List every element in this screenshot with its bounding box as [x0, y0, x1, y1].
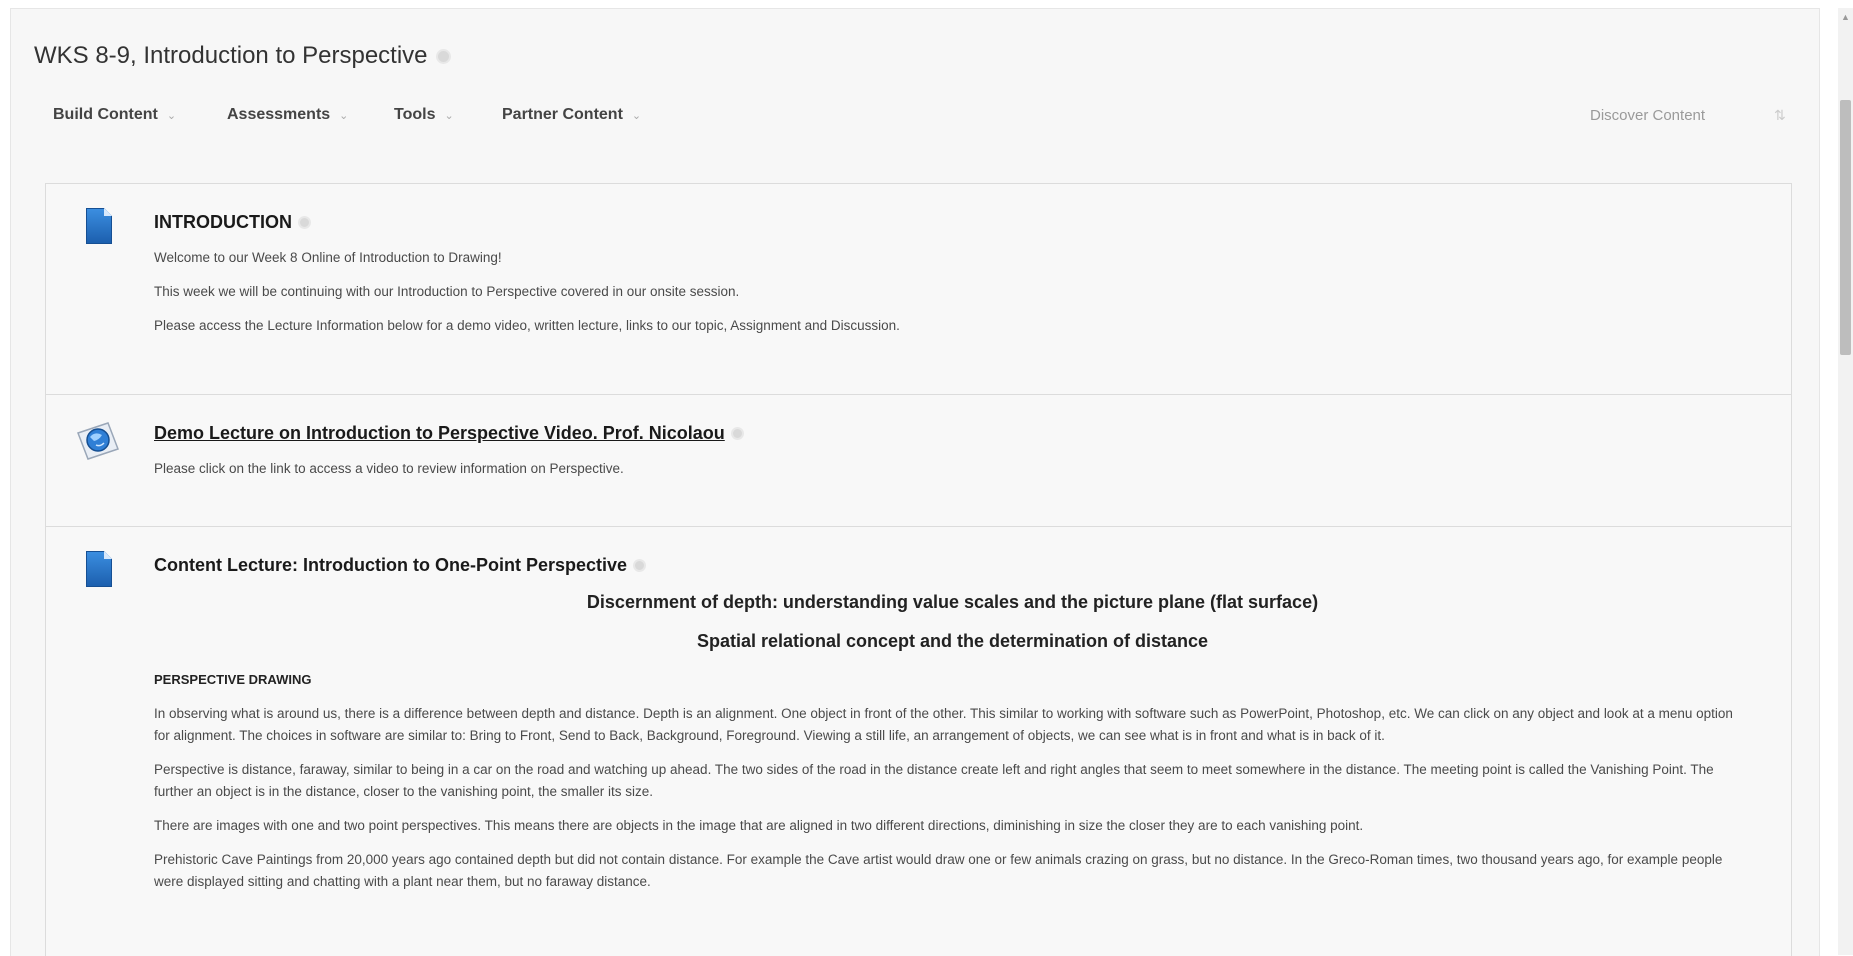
- item-options-icon[interactable]: [730, 427, 744, 440]
- intro-paragraph: This week we will be continuing with our…: [154, 284, 740, 299]
- build-content-menu[interactable]: Build Content ⌄: [53, 92, 176, 138]
- action-bar: Build Content ⌄ Assessments ⌄ Tools ⌄ Pa…: [10, 92, 1818, 138]
- scrollbar-thumb[interactable]: [1840, 100, 1851, 355]
- document-icon: [86, 208, 112, 244]
- item-options-icon[interactable]: [298, 216, 311, 229]
- tools-label: Tools: [394, 106, 436, 123]
- chevron-down-icon: ⌄: [166, 109, 177, 122]
- lecture-paragraph: There are images with one and two point …: [154, 818, 1364, 833]
- partner-content-menu[interactable]: Partner Content ⌄: [502, 92, 641, 138]
- lecture-paragraph: Perspective is distance, faraway, simila…: [154, 762, 1714, 799]
- tools-menu[interactable]: Tools ⌄: [394, 92, 454, 138]
- reorder-icon[interactable]: ⇅: [1774, 107, 1786, 124]
- intro-paragraph: Please access the Lecture Information be…: [154, 318, 900, 333]
- item-title: INTRODUCTION: [154, 212, 1751, 233]
- page-title: WKS 8-9, Introduction to Perspective: [34, 42, 451, 70]
- list-item: INTRODUCTION Welcome to our Week 8 Onlin…: [46, 184, 1791, 395]
- chevron-down-icon: ⌄: [631, 109, 642, 122]
- chevron-down-icon: ⌄: [339, 109, 349, 122]
- item-description: Welcome to our Week 8 Online of Introduc…: [154, 247, 1751, 337]
- build-content-label: Build Content: [53, 106, 158, 123]
- item-options-icon[interactable]: [633, 559, 647, 572]
- intro-title: INTRODUCTION: [154, 212, 292, 232]
- lecture-paragraph: Prehistoric Cave Paintings from 20,000 y…: [154, 852, 1723, 889]
- intro-paragraph: Welcome to our Week 8 Online of Introduc…: [154, 250, 502, 265]
- item-description: Please click on the link to access a vid…: [154, 458, 1751, 480]
- demo-lecture-title: Demo Lecture on Introduction to Perspect…: [154, 423, 725, 443]
- chevron-down-icon: ⌄: [444, 109, 454, 122]
- demo-paragraph: Please click on the link to access a vid…: [154, 461, 624, 476]
- lecture-heading: Discernment of depth: understanding valu…: [586, 592, 1319, 612]
- lecture-paragraph: In observing what is around us, there is…: [154, 706, 1733, 743]
- content-lecture-title: Content Lecture: Introduction to One-Poi…: [154, 555, 628, 575]
- assessments-menu[interactable]: Assessments ⌄: [227, 92, 348, 138]
- page-title-text: WKS 8-9, Introduction to Perspective: [34, 42, 428, 69]
- assessments-label: Assessments: [227, 106, 331, 123]
- discover-content-link[interactable]: Discover Content: [1590, 92, 1705, 138]
- partner-content-label: Partner Content: [502, 106, 623, 123]
- list-item: Demo Lecture on Introduction to Perspect…: [46, 395, 1791, 527]
- vertical-scrollbar[interactable]: ▲: [1838, 8, 1853, 955]
- scroll-up-arrow-icon[interactable]: ▲: [1838, 12, 1853, 26]
- web-link-icon: [74, 419, 122, 463]
- lecture-subheading: Spatial relational concept and the deter…: [696, 631, 1209, 651]
- document-icon: [86, 551, 112, 587]
- content-list: INTRODUCTION Welcome to our Week 8 Onlin…: [45, 183, 1792, 956]
- page-options-icon[interactable]: [435, 48, 451, 64]
- item-body: Content Lecture: Introduction to One-Poi…: [154, 555, 1751, 905]
- item-body: INTRODUCTION Welcome to our Week 8 Onlin…: [154, 212, 1751, 349]
- demo-lecture-link[interactable]: Demo Lecture on Introduction to Perspect…: [154, 423, 1751, 444]
- section-heading: PERSPECTIVE DRAWING: [154, 672, 312, 687]
- list-item: Content Lecture: Introduction to One-Poi…: [46, 527, 1791, 956]
- item-title: Content Lecture: Introduction to One-Poi…: [154, 555, 1751, 576]
- item-body: Demo Lecture on Introduction to Perspect…: [154, 423, 1751, 492]
